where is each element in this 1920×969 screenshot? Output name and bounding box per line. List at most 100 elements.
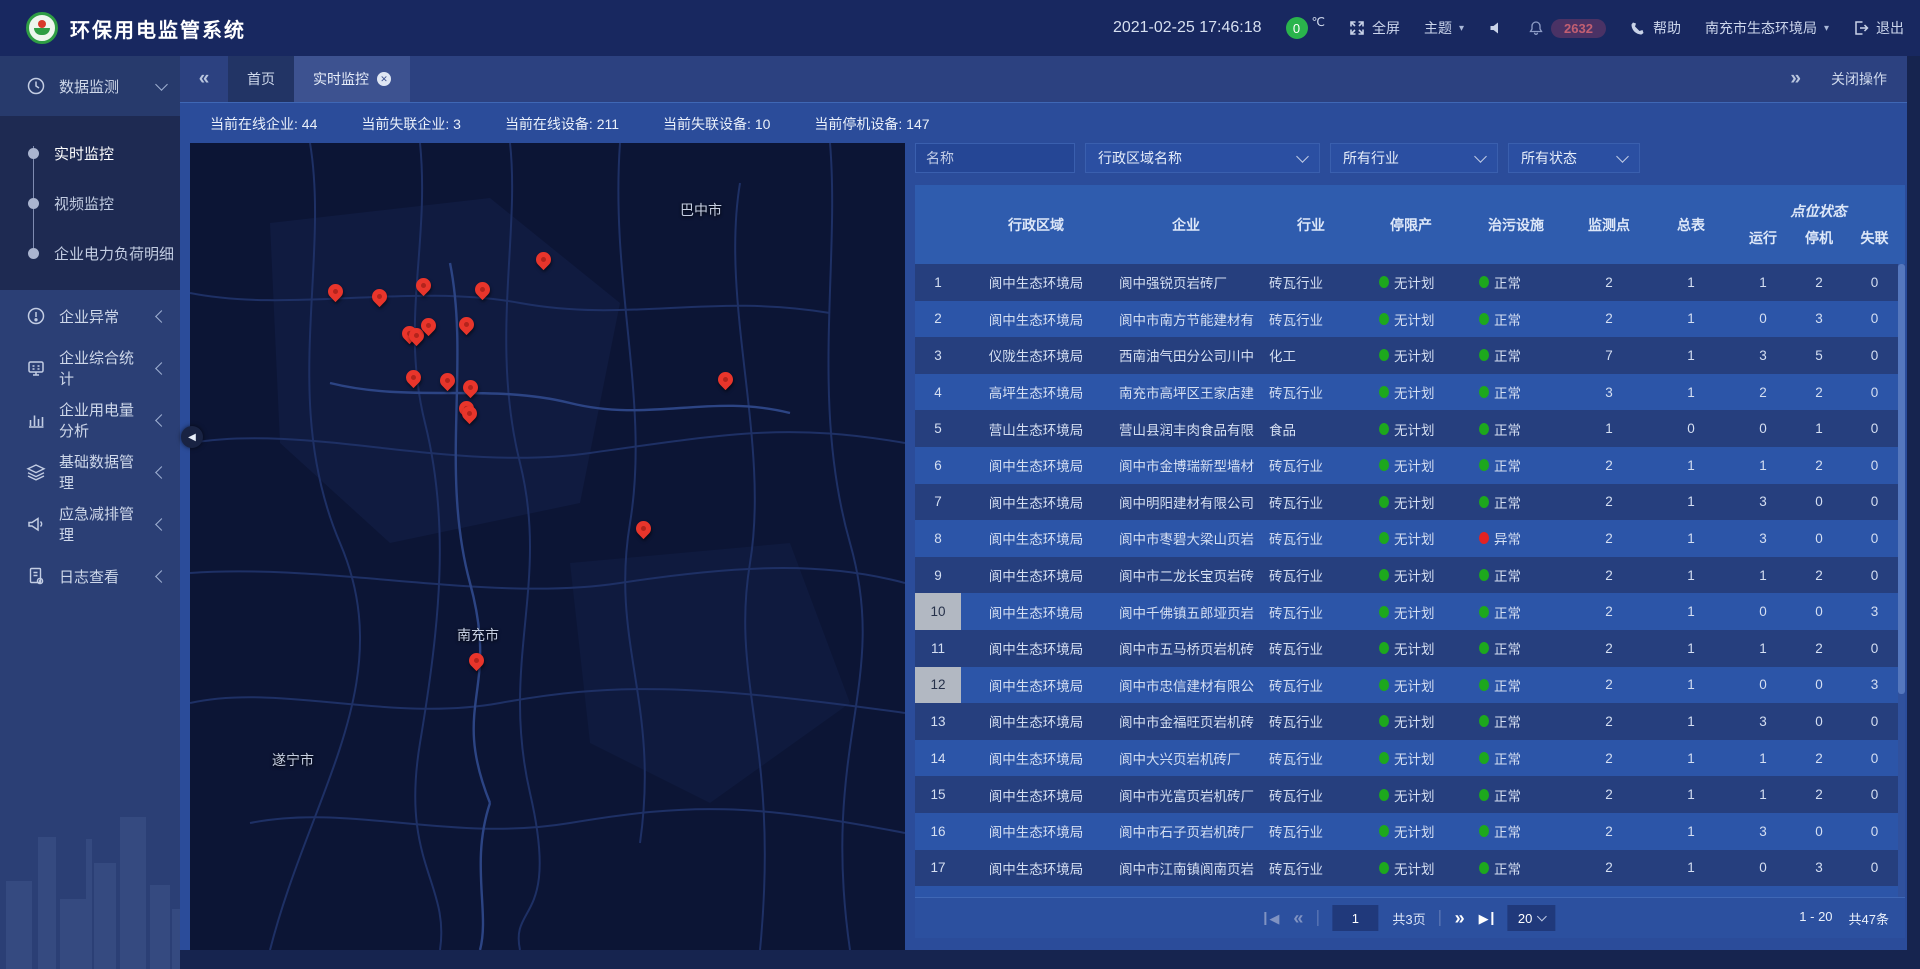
bullet-dot-icon	[28, 248, 39, 259]
header-right: 2021-02-25 17:46:18 0 ℃ 全屏 主题▾	[1113, 17, 1904, 39]
table-row[interactable]: 2阆中生态环境局阆中市南方节能建材有砖瓦行业无计划正常21030	[915, 301, 1905, 338]
row-stop-cell: 2	[1791, 374, 1847, 411]
table-row[interactable]: 8阆中生态环境局阆中市枣碧大梁山页岩砖瓦行业无计划异常21300	[915, 520, 1905, 557]
sidebar-subitem[interactable]: 实时监控	[0, 128, 180, 178]
sidebar-item[interactable]: 企业用电量分析	[0, 394, 180, 446]
row-index-cell: 2	[915, 301, 961, 338]
row-facility-cell: 正常	[1461, 667, 1571, 704]
status-dot-icon	[1379, 386, 1389, 398]
row-index-cell: 4	[915, 374, 961, 411]
sidebar-item[interactable]: 基础数据管理	[0, 446, 180, 498]
row-offline-cell: 3	[1847, 593, 1902, 630]
row-company-cell: 阆中市金博瑞新型墙材	[1111, 447, 1261, 484]
collapse-sidebar-button[interactable]: ◀	[181, 426, 203, 448]
table-row[interactable]: 6阆中生态环境局阆中市金博瑞新型墙材砖瓦行业无计划正常21120	[915, 447, 1905, 484]
status-label: 无计划	[1394, 455, 1435, 475]
sidebar-item[interactable]: 数据监测	[0, 56, 180, 116]
close-operations-button[interactable]: 关闭操作	[1831, 69, 1887, 89]
fullscreen-button[interactable]: 全屏	[1349, 18, 1400, 38]
table-row[interactable]: 12阆中生态环境局阆中市忠信建材有限公砖瓦行业无计划正常21003	[915, 667, 1905, 704]
table-row[interactable]: 5营山生态环境局营山县润丰肉食品有限食品无计划正常10010	[915, 410, 1905, 447]
next-page-button[interactable]: »	[1455, 909, 1465, 927]
sidebar-item[interactable]: 企业异常	[0, 290, 180, 342]
table-row[interactable]: 9阆中生态环境局阆中市二龙长宝页岩砖砖瓦行业无计划正常21120	[915, 557, 1905, 594]
row-company-cell: 阆中市枣碧大梁山页岩	[1111, 520, 1261, 557]
theme-dropdown[interactable]: 主题▾	[1424, 18, 1464, 38]
row-run-cell: 1	[1735, 557, 1791, 594]
row-monitor-cell: 2	[1571, 630, 1647, 667]
status-label: 无计划	[1394, 492, 1435, 512]
row-monitor-cell: 1	[1571, 410, 1647, 447]
table-row[interactable]: 16阆中生态环境局阆中市石子页岩机砖厂砖瓦行业无计划正常21300	[915, 813, 1905, 850]
logout-button[interactable]: 退出	[1853, 18, 1904, 38]
table-body: 1阆中生态环境局阆中强锐页岩砖厂砖瓦行业无计划正常211202阆中生态环境局阆中…	[915, 264, 1905, 935]
mute-speaker-button[interactable]	[1488, 20, 1504, 36]
sidebar-subitem[interactable]: 企业电力负荷明细	[0, 228, 180, 278]
scroll-tabs-left-button[interactable]: «	[180, 56, 228, 102]
page-size-select[interactable]: 20	[1508, 905, 1556, 931]
sidebar-item[interactable]: 企业综合统计	[0, 342, 180, 394]
table-row[interactable]: 7阆中生态环境局阆中明阳建材有限公司砖瓦行业无计划正常21300	[915, 484, 1905, 521]
col-header-offline: 失联	[1847, 228, 1902, 248]
tab-首页[interactable]: 首页	[228, 56, 294, 102]
status-dot-icon	[1379, 752, 1389, 764]
sidebar-subitem-label: 企业电力负荷明细	[54, 243, 174, 264]
row-meter-cell: 1	[1647, 667, 1735, 704]
sidebar-item[interactable]: 日志查看	[0, 550, 180, 602]
table-row[interactable]: 1阆中生态环境局阆中强锐页岩砖厂砖瓦行业无计划正常21120	[915, 264, 1905, 301]
page-number-input[interactable]: 1	[1332, 905, 1378, 931]
row-stop-cell: 2	[1791, 264, 1847, 301]
help-button[interactable]: 帮助	[1630, 18, 1681, 38]
row-offline-cell: 0	[1847, 850, 1902, 887]
table-row[interactable]: 13阆中生态环境局阆中市金福旺页岩机砖砖瓦行业无计划正常21300	[915, 703, 1905, 740]
status-label: 无计划	[1394, 382, 1435, 402]
table-row[interactable]: 17阆中生态环境局阆中市江南镇阆南页岩砖瓦行业无计划正常21030	[915, 850, 1905, 887]
app-header: 环保用电监管系统 2021-02-25 17:46:18 0 ℃ 全屏 主题▾	[0, 0, 1920, 56]
bar-chart-icon	[26, 410, 46, 430]
row-region-cell: 阆中生态环境局	[961, 520, 1111, 557]
status-dot-icon	[1379, 313, 1389, 325]
table-row[interactable]: 11阆中生态环境局阆中市五马桥页岩机砖砖瓦行业无计划正常21120	[915, 630, 1905, 667]
status-label: 正常	[1494, 858, 1521, 878]
name-filter-input[interactable]	[915, 143, 1075, 173]
notification-count-badge: 2632	[1551, 19, 1606, 38]
row-monitor-cell: 7	[1571, 337, 1647, 374]
row-company-cell: 阆中大兴页岩机砖厂	[1111, 740, 1261, 777]
notifications[interactable]: 2632	[1528, 19, 1606, 38]
prev-page-button[interactable]: «	[1293, 909, 1303, 927]
table-scrollbar[interactable]	[1898, 264, 1905, 935]
tab-close-icon[interactable]: ✕	[377, 72, 391, 86]
sidebar-item[interactable]: 应急减排管理	[0, 498, 180, 550]
monitor-gauge-icon	[26, 76, 46, 96]
row-company-cell: 南充市高坪区王家店建	[1111, 374, 1261, 411]
map-panel[interactable]: 巴中市南充市遂宁市 ◀	[190, 143, 905, 950]
organization-dropdown[interactable]: 南充市生态环境局▾	[1705, 18, 1829, 38]
table-row[interactable]: 10阆中生态环境局阆中千佛镇五郎垭页岩砖瓦行业无计划正常21003	[915, 593, 1905, 630]
region-filter-select[interactable]: 行政区域名称	[1085, 143, 1320, 173]
row-facility-cell: 正常	[1461, 776, 1571, 813]
chevron-left-icon	[155, 414, 168, 427]
sidebar-subitem[interactable]: 视频监控	[0, 178, 180, 228]
first-page-button[interactable]: ◀	[1264, 912, 1279, 925]
row-stop-cell: 0	[1791, 484, 1847, 521]
row-facility-cell: 正常	[1461, 813, 1571, 850]
tab-实时监控[interactable]: 实时监控✕	[294, 56, 410, 102]
row-meter-cell: 1	[1647, 337, 1735, 374]
table-row[interactable]: 3仪陇生态环境局西南油气田分公司川中化工无计划正常71350	[915, 337, 1905, 374]
row-offline-cell: 0	[1847, 447, 1902, 484]
status-label: 正常	[1494, 309, 1521, 329]
last-page-button[interactable]: ▶	[1479, 912, 1494, 925]
table-row[interactable]: 15阆中生态环境局阆中市光富页岩机砖厂砖瓦行业无计划正常21120	[915, 776, 1905, 813]
status-label: 无计划	[1394, 785, 1435, 805]
scroll-tabs-right-button[interactable]: »	[1790, 68, 1801, 90]
status-filter-select[interactable]: 所有状态	[1508, 143, 1640, 173]
status-dot-icon	[1379, 423, 1389, 435]
row-monitor-cell: 2	[1571, 813, 1647, 850]
row-offline-cell: 0	[1847, 630, 1902, 667]
table-row[interactable]: 14阆中生态环境局阆中大兴页岩机砖厂砖瓦行业无计划正常21120	[915, 740, 1905, 777]
row-run-cell: 1	[1735, 264, 1791, 301]
table-row[interactable]: 4高坪生态环境局南充市高坪区王家店建砖瓦行业无计划正常31220	[915, 374, 1905, 411]
scrollbar-thumb[interactable]	[1898, 264, 1905, 694]
row-production-cell: 无计划	[1361, 447, 1461, 484]
industry-filter-select[interactable]: 所有行业	[1330, 143, 1498, 173]
